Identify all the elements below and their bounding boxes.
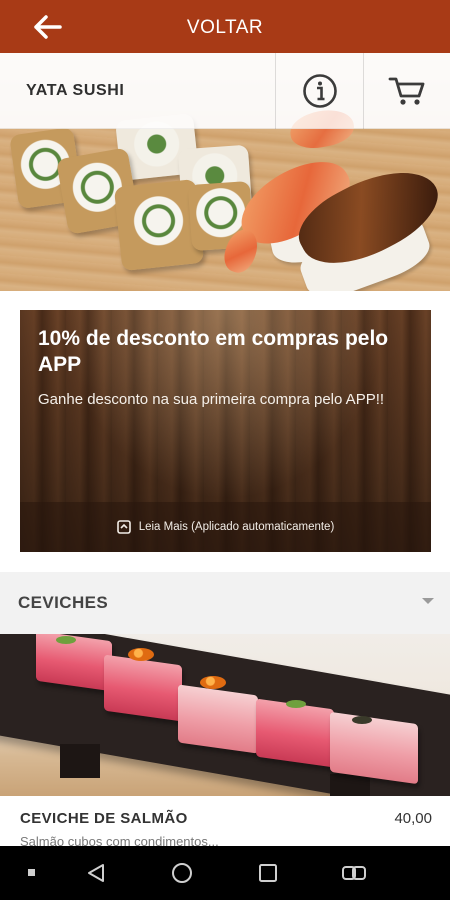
- restaurant-header: YATA SUSHI: [0, 53, 450, 291]
- switch-app-icon: [342, 866, 366, 880]
- ceviche-cube-image: [104, 654, 182, 722]
- square-recents-icon: [259, 864, 277, 882]
- ceviche-cube-image: [256, 698, 334, 768]
- expand-icon: [116, 520, 131, 534]
- roe-topping: [200, 676, 226, 689]
- nav-back-button[interactable]: [66, 846, 126, 900]
- restaurant-info-bar: YATA SUSHI: [0, 53, 450, 129]
- promo-title: 10% de desconto em compras pelo APP: [38, 327, 389, 376]
- ceviche-cube-image: [178, 684, 258, 754]
- herb-topping: [352, 716, 372, 724]
- product-price: 40,00: [394, 810, 432, 827]
- category-header-ceviches[interactable]: CEVICHES: [0, 572, 450, 634]
- promo-read-more[interactable]: Leia Mais (Aplicado automaticamente): [20, 502, 431, 552]
- nav-home-button[interactable]: [152, 846, 212, 900]
- promo-description: Ganhe desconto na sua primeira compra pe…: [38, 391, 385, 408]
- roe-topping: [128, 648, 154, 661]
- category-title: CEVICHES: [18, 593, 109, 612]
- top-bar-title[interactable]: VOLTAR: [0, 0, 450, 53]
- nav-dot-button[interactable]: [2, 846, 62, 900]
- slate-leg: [60, 744, 100, 778]
- info-button[interactable]: [276, 53, 364, 129]
- nav-recents-button[interactable]: [238, 846, 298, 900]
- info-icon: [303, 74, 337, 108]
- cart-icon: [388, 77, 425, 105]
- triangle-back-icon: [88, 864, 104, 882]
- circle-home-icon: [172, 863, 192, 883]
- product-name: CEVICHE DE SALMÃO: [20, 810, 188, 827]
- slate-leg: [330, 774, 370, 796]
- promo-banner[interactable]: 10% de desconto em compras pelo APP Ganh…: [20, 310, 431, 552]
- product-image[interactable]: [0, 634, 450, 796]
- top-bar: VOLTAR: [0, 0, 450, 53]
- herb-topping: [56, 636, 76, 644]
- nav-switch-button[interactable]: [324, 846, 384, 900]
- dot-icon: [28, 869, 35, 876]
- product-item[interactable]: CEVICHE DE SALMÃO 40,00 Salmão cubos com…: [0, 796, 450, 849]
- cart-button[interactable]: [364, 53, 450, 129]
- restaurant-name: YATA SUSHI: [26, 82, 125, 99]
- promo-read-more-label: Leia Mais (Aplicado automaticamente): [138, 521, 335, 533]
- ceviche-cube-image: [330, 711, 418, 785]
- system-nav-bar: [0, 846, 450, 900]
- chevron-down-icon: [422, 598, 434, 604]
- herb-topping: [286, 700, 306, 708]
